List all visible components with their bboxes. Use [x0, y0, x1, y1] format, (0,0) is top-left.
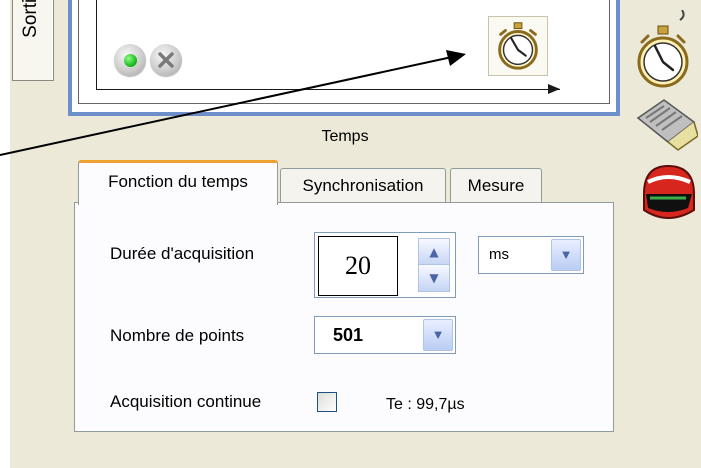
- duration-label: Durée d'acquisition: [110, 244, 255, 263]
- continuous-checkbox[interactable]: [317, 392, 337, 412]
- points-value: 501: [333, 325, 364, 345]
- points-select[interactable]: 501 ▼: [314, 316, 456, 354]
- chevron-down-icon[interactable]: ▼: [423, 319, 453, 351]
- chevron-down-icon[interactable]: ▼: [551, 239, 581, 271]
- duration-unit-select[interactable]: ms ▼: [478, 236, 584, 274]
- duration-unit-value: ms: [489, 246, 509, 263]
- sampling-period: Te : 99,7µs: [386, 396, 465, 413]
- chevron-up-icon: ▲: [429, 245, 439, 259]
- chevron-down-icon: ▼: [429, 271, 439, 285]
- spin-up-button[interactable]: ▲: [418, 238, 450, 266]
- continuous-label: Acquisition continue: [110, 392, 262, 411]
- spin-down-button[interactable]: ▼: [418, 264, 450, 292]
- duration-input[interactable]: 20: [318, 236, 398, 296]
- points-label: Nombre de points: [110, 326, 245, 345]
